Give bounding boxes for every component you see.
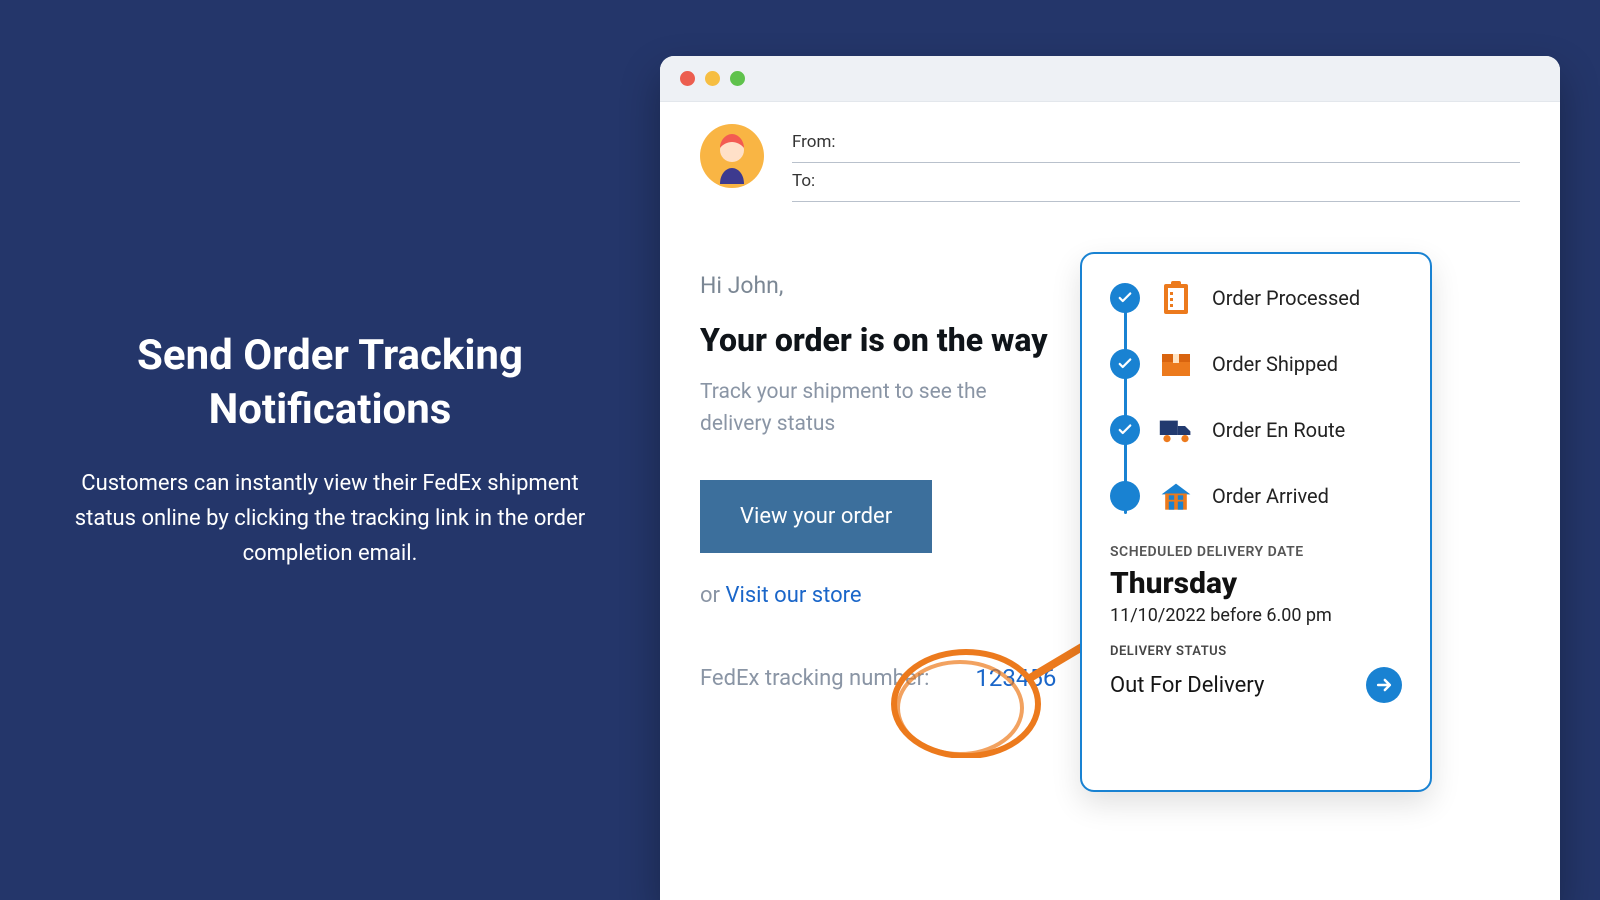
truck-icon	[1158, 412, 1194, 448]
step-label: Order Processed	[1212, 286, 1360, 310]
visit-store-link[interactable]: Visit our store	[725, 583, 861, 608]
clipboard-icon	[1158, 280, 1194, 316]
step-enroute: Order En Route	[1110, 412, 1402, 448]
step-label: Order Shipped	[1212, 352, 1338, 376]
tracking-panel: Order Processed Order Shipped Order En R…	[1080, 252, 1432, 792]
status-row: Out For Delivery	[1110, 667, 1402, 703]
package-icon	[1158, 346, 1194, 382]
maximize-icon[interactable]	[730, 71, 745, 86]
tracking-label: FedEx tracking number:	[700, 666, 929, 691]
check-icon	[1110, 415, 1140, 445]
step-label: Order Arrived	[1212, 484, 1329, 508]
check-icon	[1110, 283, 1140, 313]
delivery-status-value: Out For Delivery	[1110, 673, 1264, 698]
avatar	[700, 124, 764, 188]
to-field[interactable]: To:	[792, 163, 1520, 202]
email-header: From: To:	[700, 124, 1520, 202]
close-icon[interactable]	[680, 71, 695, 86]
tracking-number[interactable]: 123456	[957, 658, 1074, 698]
email-subtext: Track your shipment to see the delivery …	[700, 377, 1040, 440]
minimize-icon[interactable]	[705, 71, 720, 86]
delivery-status-label: DELIVERY STATUS	[1110, 644, 1402, 659]
marketing-pane: Send Order Tracking Notifications Custom…	[0, 0, 660, 900]
scheduled-date-label: SCHEDULED DELIVERY DATE	[1110, 544, 1402, 560]
check-icon	[1110, 349, 1140, 379]
marketing-title: Send Order Tracking Notifications	[60, 329, 600, 438]
window-titlebar	[660, 56, 1560, 102]
from-field[interactable]: From:	[792, 124, 1520, 163]
scheduled-day: Thursday	[1110, 566, 1402, 601]
arrow-right-icon[interactable]	[1366, 667, 1402, 703]
view-order-button[interactable]: View your order	[700, 480, 932, 553]
step-arrived: Order Arrived	[1110, 478, 1402, 514]
or-prefix: or	[700, 583, 725, 608]
house-icon	[1158, 478, 1194, 514]
step-processed: Order Processed	[1110, 280, 1402, 316]
marketing-subtitle: Customers can instantly view their FedEx…	[70, 466, 590, 572]
step-label: Order En Route	[1212, 418, 1345, 442]
dot-icon	[1110, 481, 1140, 511]
scheduled-time: 11/10/2022 before 6.00 pm	[1110, 605, 1402, 626]
step-shipped: Order Shipped	[1110, 346, 1402, 382]
